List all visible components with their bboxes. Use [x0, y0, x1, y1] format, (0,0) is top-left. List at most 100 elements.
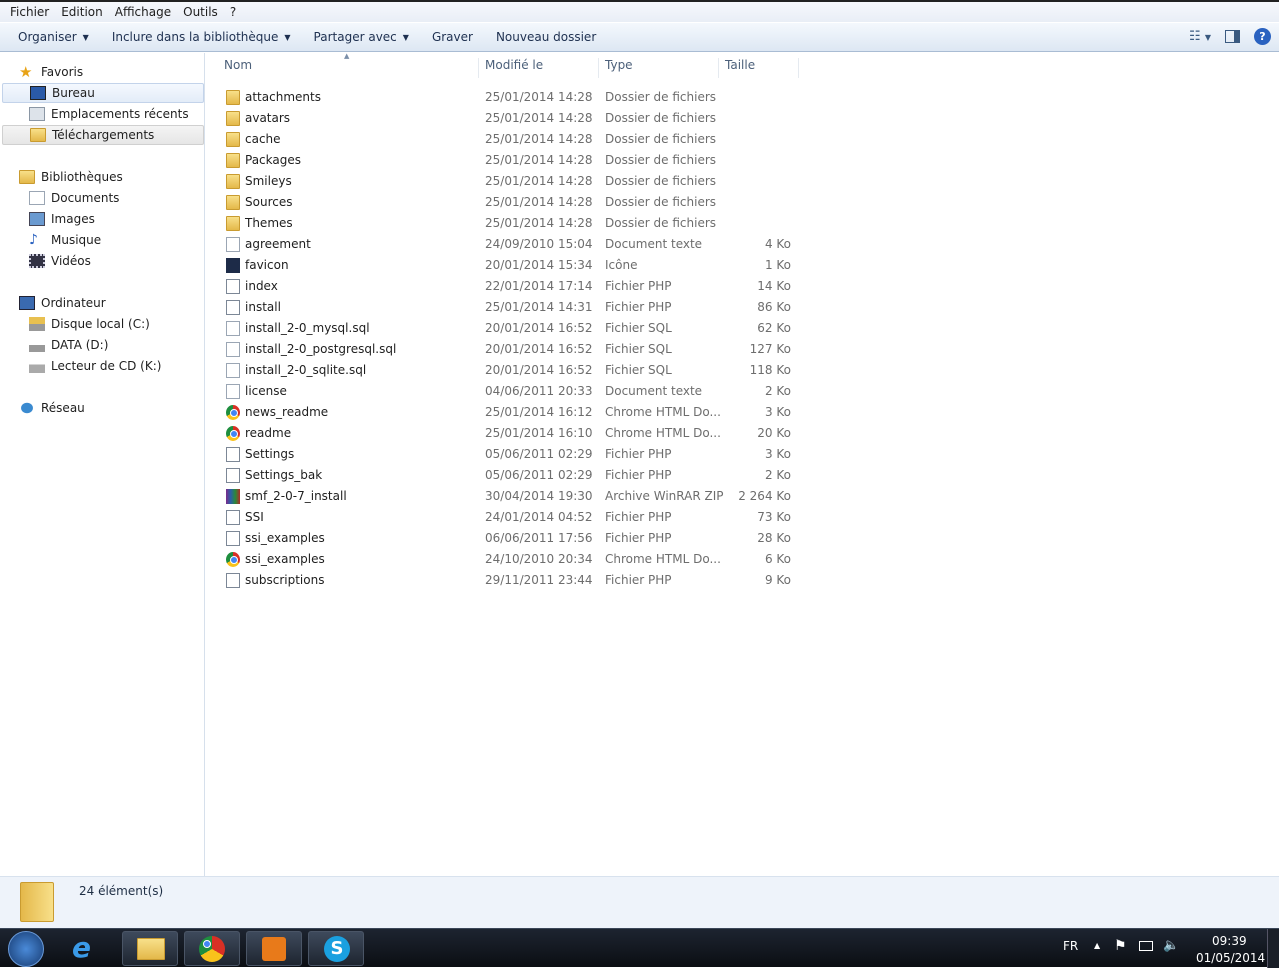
file-size: 3 Ko — [764, 447, 791, 461]
show-hidden-icons[interactable]: ▲ — [1094, 941, 1100, 950]
file-row[interactable]: avatars 25/01/2014 14:28 Dossier de fich… — [206, 108, 806, 129]
burn-label: Graver — [431, 30, 473, 44]
file-row[interactable]: attachments 25/01/2014 14:28 Dossier de … — [206, 87, 806, 108]
file-type: Fichier PHP — [605, 447, 672, 461]
organize-button[interactable]: Organiser ▼ — [10, 30, 104, 44]
language-indicator[interactable]: FR — [1063, 939, 1078, 953]
file-row[interactable]: smf_2-0-7_install 30/04/2014 19:30 Archi… — [206, 486, 806, 507]
file-row[interactable]: ssi_examples 06/06/2011 17:56 Fichier PH… — [206, 528, 806, 549]
start-button[interactable] — [8, 931, 44, 967]
include-library-button[interactable]: Inclure dans la bibliothèque ▼ — [104, 30, 306, 44]
file-row[interactable]: install_2-0_sqlite.sql 20/01/2014 16:52 … — [206, 360, 806, 381]
file-row[interactable]: install_2-0_mysql.sql 20/01/2014 16:52 F… — [206, 318, 806, 339]
file-name: install_2-0_mysql.sql — [245, 321, 370, 335]
file-name: Themes — [245, 216, 293, 230]
doc-icon — [226, 363, 240, 378]
file-row[interactable]: install 25/01/2014 14:31 Fichier PHP 86 … — [206, 297, 806, 318]
sidebar-favorites[interactable]: ★ Favoris — [2, 62, 204, 82]
sidebar-item-downloads[interactable]: Téléchargements — [2, 125, 204, 145]
menu-view[interactable]: Affichage — [109, 5, 177, 19]
file-row[interactable]: SSI 24/01/2014 04:52 Fichier PHP 73 Ko — [206, 507, 806, 528]
downloads-icon — [30, 128, 46, 142]
sidebar-item-videos[interactable]: Vidéos — [2, 251, 204, 271]
menu-file[interactable]: Fichier — [4, 5, 55, 19]
taskbar-skype[interactable]: S — [308, 931, 364, 966]
column-header-modified[interactable]: Modifié le — [479, 58, 599, 78]
new-folder-button[interactable]: Nouveau dossier — [488, 30, 611, 44]
file-row[interactable]: cache 25/01/2014 14:28 Dossier de fichie… — [206, 129, 806, 150]
file-type: Fichier PHP — [605, 531, 672, 545]
file-row[interactable]: ssi_examples 24/10/2010 20:34 Chrome HTM… — [206, 549, 806, 570]
label: Vidéos — [51, 254, 91, 268]
sidebar-item-data-d[interactable]: DATA (D:) — [2, 335, 204, 355]
file-row[interactable]: index 22/01/2014 17:14 Fichier PHP 14 Ko — [206, 276, 806, 297]
action-center-flag-icon[interactable]: ⚑ — [1114, 938, 1127, 954]
file-row[interactable]: subscriptions 29/11/2011 23:44 Fichier P… — [206, 570, 806, 591]
file-row[interactable]: Sources 25/01/2014 14:28 Dossier de fich… — [206, 192, 806, 213]
folder-icon — [226, 153, 240, 168]
sidebar-computer[interactable]: Ordinateur — [2, 293, 204, 313]
file-type: Fichier PHP — [605, 300, 672, 314]
sidebar-item-desktop[interactable]: Bureau — [2, 83, 204, 103]
sidebar-item-music[interactable]: ♪ Musique — [2, 230, 204, 250]
taskbar-explorer[interactable] — [122, 931, 178, 966]
file-size: 73 Ko — [757, 510, 791, 524]
file-modified: 04/06/2011 20:33 — [485, 384, 593, 398]
column-header-size[interactable]: Taille — [719, 58, 799, 78]
label: Lecteur de CD (K:) — [51, 359, 162, 373]
file-row[interactable]: Settings 05/06/2011 02:29 Fichier PHP 3 … — [206, 444, 806, 465]
file-row[interactable]: Smileys 25/01/2014 14:28 Dossier de fich… — [206, 171, 806, 192]
column-header-type[interactable]: Type — [599, 58, 719, 78]
file-row[interactable]: Packages 25/01/2014 14:28 Dossier de fic… — [206, 150, 806, 171]
file-size: 3 Ko — [764, 405, 791, 419]
burn-button[interactable]: Graver — [424, 30, 488, 44]
file-row[interactable]: license 04/06/2011 20:33 Document texte … — [206, 381, 806, 402]
php-icon — [226, 468, 240, 483]
sidebar-item-cd-k[interactable]: Lecteur de CD (K:) — [2, 356, 204, 376]
clock-date[interactable]: 01/05/2014 — [1196, 951, 1265, 965]
menu-edit[interactable]: Edition — [55, 5, 109, 19]
sidebar-item-images[interactable]: Images — [2, 209, 204, 229]
taskbar-media-player[interactable] — [246, 931, 302, 966]
network-icon[interactable] — [1139, 941, 1153, 951]
file-row[interactable]: news_readme 25/01/2014 16:12 Chrome HTML… — [206, 402, 806, 423]
file-type: Fichier PHP — [605, 510, 672, 524]
menu-help[interactable]: ? — [224, 5, 242, 19]
share-label: Partager avec — [313, 30, 397, 44]
sidebar-item-disk-c[interactable]: Disque local (C:) — [2, 314, 204, 334]
sidebar-network[interactable]: Réseau — [2, 398, 204, 418]
file-row[interactable]: Themes 25/01/2014 14:28 Dossier de fichi… — [206, 213, 806, 234]
music-icon: ♪ — [29, 232, 38, 248]
show-desktop-button[interactable] — [1267, 929, 1279, 968]
file-modified: 29/11/2011 23:44 — [485, 573, 593, 587]
file-name: Settings_bak — [245, 468, 323, 482]
drive-icon — [29, 338, 45, 352]
preview-pane-icon[interactable] — [1225, 30, 1240, 43]
sidebar-item-recent[interactable]: Emplacements récents — [2, 104, 204, 124]
sidebar-item-documents[interactable]: Documents — [2, 188, 204, 208]
php-icon — [226, 573, 240, 588]
volume-icon[interactable]: 🔈 — [1163, 938, 1179, 953]
taskbar-internet-explorer[interactable]: e — [72, 933, 91, 963]
file-modified: 20/01/2014 15:34 — [485, 258, 593, 272]
media-player-icon — [262, 937, 286, 961]
fav-icon — [226, 258, 240, 273]
sidebar-libraries[interactable]: Bibliothèques — [2, 167, 204, 187]
column-header-name[interactable]: Nom — [218, 58, 479, 78]
file-row[interactable]: favicon 20/01/2014 15:34 Icône 1 Ko — [206, 255, 806, 276]
file-list: ▲ Nom Modifié le Type Taille attachments… — [206, 52, 1279, 876]
help-icon[interactable]: ? — [1254, 28, 1271, 45]
file-row[interactable]: install_2-0_postgresql.sql 20/01/2014 16… — [206, 339, 806, 360]
file-row[interactable]: Settings_bak 05/06/2011 02:29 Fichier PH… — [206, 465, 806, 486]
file-size: 86 Ko — [757, 300, 791, 314]
view-options-icon[interactable]: ☷ ▼ — [1189, 29, 1211, 44]
doc-icon — [226, 321, 240, 336]
clock-time[interactable]: 09:39 — [1212, 934, 1247, 948]
taskbar-chrome[interactable] — [184, 931, 240, 966]
menu-tools[interactable]: Outils — [177, 5, 224, 19]
file-row[interactable]: readme 25/01/2014 16:10 Chrome HTML Do..… — [206, 423, 806, 444]
share-button[interactable]: Partager avec ▼ — [306, 30, 424, 44]
file-row[interactable]: agreement 24/09/2010 15:04 Document text… — [206, 234, 806, 255]
label: Emplacements récents — [51, 107, 189, 121]
file-name: SSI — [245, 510, 264, 524]
